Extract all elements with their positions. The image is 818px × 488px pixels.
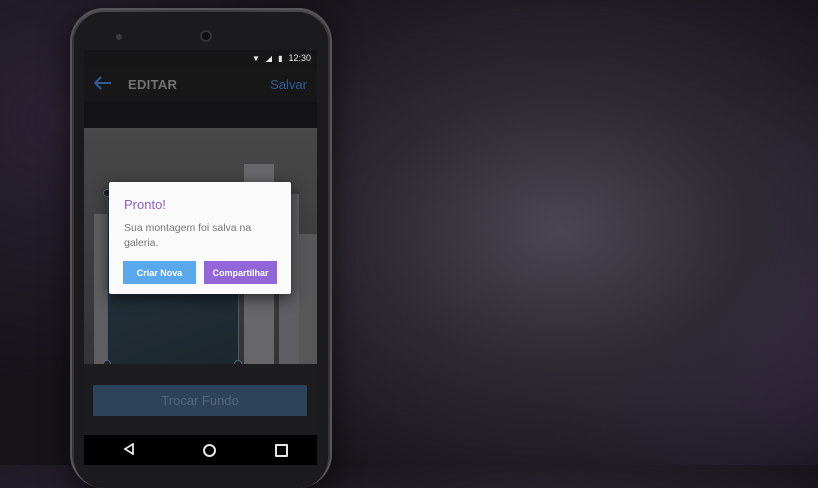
battery-icon: ▮ [278,53,283,63]
toolbar-band [84,102,317,128]
earpiece-dot [116,34,122,40]
nav-home-icon[interactable] [202,443,216,457]
phone-screen: ▼ ◢ ▮ 12:30 EDITAR Salvar Trocar Fundo P… [84,50,317,465]
arrow-back-icon[interactable] [93,74,120,95]
nav-back-icon-svg [122,442,134,456]
app-bar: EDITAR Salvar [84,66,317,102]
wifi-icon: ▼ [251,53,260,63]
saved-dialog: Pronto! Sua montagem foi salva na galeri… [109,182,291,294]
status-time: 12:30 [288,53,311,63]
share-button[interactable]: Compartilhar [204,261,277,284]
dialog-title: Pronto! [124,197,166,212]
front-camera [200,30,212,42]
status-bar: ▼ ◢ ▮ 12:30 [84,50,317,66]
dialog-message: Sua montagem foi salva na galeria. [124,222,252,249]
page-title: EDITAR [128,76,178,92]
building-shape [299,234,317,364]
arrow-back-icon-svg [93,75,111,90]
system-nav-bar [84,435,317,465]
swap-background-button[interactable]: Trocar Fundo [93,385,307,416]
save-button[interactable]: Salvar [270,77,307,92]
nav-back-icon[interactable] [114,442,144,458]
create-new-button[interactable]: Criar Nova [123,261,196,284]
signal-icon: ◢ [265,53,273,63]
nav-recents-icon[interactable] [274,443,288,457]
